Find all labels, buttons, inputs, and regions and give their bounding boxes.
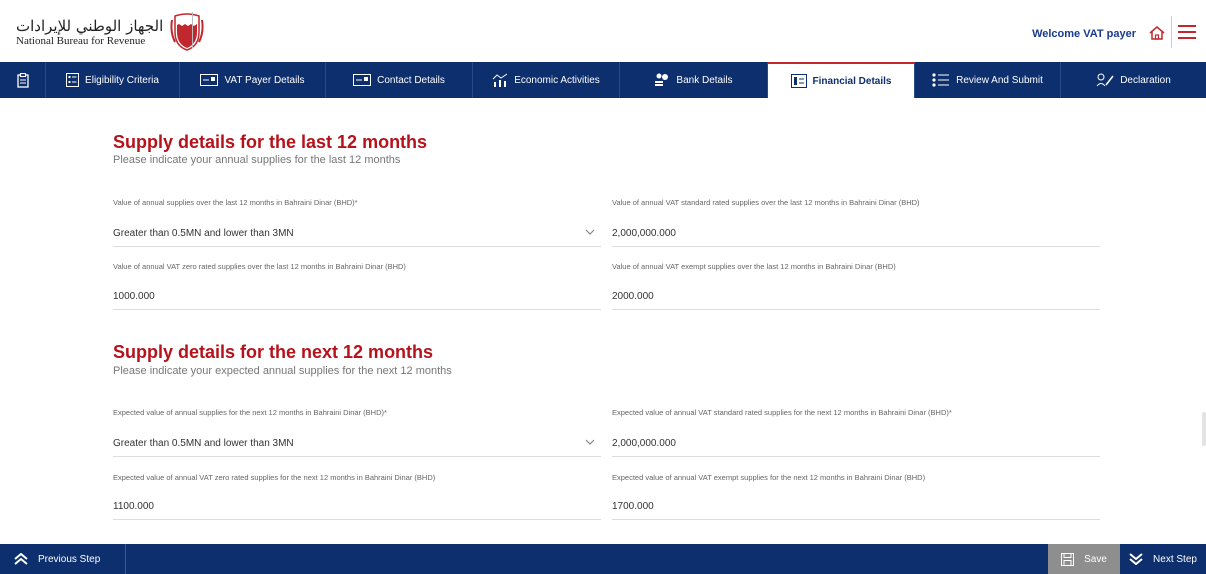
expected-zero-rated-supplies-label: Expected value of annual VAT zero rated … (113, 473, 436, 482)
previous-step-label: Previous Step (38, 553, 101, 565)
tab-eligibility-criteria[interactable]: Eligibility Criteria (46, 62, 180, 98)
expected-standard-rated-supplies-value: 2,000,000.000 (612, 438, 676, 449)
header-divider (192, 12, 193, 48)
nbr-logo[interactable]: الجهاز الوطني للإيرادات National Bureau … (16, 10, 206, 54)
section-subtitle-last-12-months: Please indicate your annual supplies for… (113, 154, 401, 166)
hamburger-menu-icon[interactable] (1178, 24, 1196, 40)
list-icon (932, 73, 950, 87)
save-button[interactable]: Save (1048, 544, 1120, 574)
header-divider-right (1171, 16, 1172, 48)
tab-label: Eligibility Criteria (85, 74, 159, 86)
logo-text: الجهاز الوطني للإيرادات National Bureau … (16, 17, 163, 48)
tab-label: Financial Details (812, 75, 892, 87)
tab-label: Declaration (1120, 74, 1171, 86)
welcome-text: Welcome VAT payer (1032, 28, 1136, 40)
tab-clipboard[interactable] (0, 62, 46, 98)
annual-supplies-value: Greater than 0.5MN and lower than 3MN (113, 228, 294, 239)
bahrain-emblem-icon (170, 13, 204, 51)
logo-arabic: الجهاز الوطني للإيرادات (16, 16, 164, 35)
financial-icon (790, 74, 807, 88)
home-icon[interactable] (1148, 24, 1166, 42)
standard-rated-supplies-label: Value of annual VAT standard rated suppl… (612, 198, 920, 207)
expected-zero-rated-supplies-input[interactable]: 1100.000 (113, 498, 601, 520)
standard-rated-supplies-input[interactable]: 2,000,000.000 (612, 225, 1100, 247)
header: الجهاز الوطني للإيرادات National Bureau … (0, 0, 1206, 62)
signature-icon (1096, 73, 1114, 87)
chevron-down-icon (585, 229, 595, 235)
tab-contact-details[interactable]: Contact Details (326, 62, 473, 98)
tab-label: Review And Submit (956, 74, 1043, 86)
bank-icon (655, 73, 669, 86)
standard-rated-supplies-value: 2,000,000.000 (612, 228, 676, 239)
tab-economic-activities[interactable]: Economic Activities (473, 62, 620, 98)
section-title-next-12-months: Supply details for the next 12 months (113, 342, 434, 362)
expected-standard-rated-supplies-input[interactable]: 2,000,000.000 (612, 435, 1100, 457)
section-title-last-12-months: Supply details for the last 12 months (113, 132, 428, 152)
clipboard-icon (16, 72, 29, 88)
expected-annual-supplies-select[interactable]: Greater than 0.5MN and lower than 3MN (113, 435, 601, 457)
expected-exempt-supplies-value: 1700.000 (612, 501, 654, 512)
exempt-supplies-input[interactable]: 2000.000 (612, 288, 1100, 310)
step-tabs: Eligibility Criteria VAT Payer Details C… (0, 62, 1206, 98)
exempt-supplies-label: Value of annual VAT exempt supplies over… (612, 262, 896, 271)
exempt-supplies-value: 2000.000 (612, 291, 654, 302)
chevron-down-icon (585, 439, 595, 445)
checklist-icon (66, 73, 80, 87)
next-step-label: Next Step (1153, 553, 1197, 565)
tab-label: Bank Details (676, 74, 733, 86)
tab-declaration[interactable]: Declaration (1061, 62, 1206, 98)
contact-card-icon (353, 74, 372, 86)
tab-review-and-submit[interactable]: Review And Submit (915, 62, 1061, 98)
expected-exempt-supplies-input[interactable]: 1700.000 (612, 498, 1100, 520)
double-chevron-down-icon (1129, 553, 1143, 565)
previous-step-button[interactable]: Previous Step (0, 544, 126, 574)
zero-rated-supplies-value: 1000.000 (113, 291, 155, 302)
zero-rated-supplies-label: Value of annual VAT zero rated supplies … (113, 262, 406, 271)
save-label: Save (1084, 553, 1107, 565)
double-chevron-up-icon (14, 553, 28, 565)
tab-financial-details[interactable]: Financial Details (768, 62, 915, 98)
zero-rated-supplies-input[interactable]: 1000.000 (113, 288, 601, 310)
annual-supplies-label: Value of annual supplies over the last 1… (113, 198, 358, 207)
expected-annual-supplies-value: Greater than 0.5MN and lower than 3MN (113, 438, 294, 449)
annual-supplies-select[interactable]: Greater than 0.5MN and lower than 3MN (113, 225, 601, 247)
section-subtitle-next-12-months: Please indicate your expected annual sup… (113, 365, 452, 377)
tab-label: VAT Payer Details (224, 74, 305, 86)
activities-icon (492, 73, 508, 87)
expected-annual-supplies-label: Expected value of annual supplies for th… (113, 408, 387, 417)
tab-label: Economic Activities (514, 74, 600, 86)
tab-vat-payer-details[interactable]: VAT Payer Details (180, 62, 326, 98)
tab-bank-details[interactable]: Bank Details (620, 62, 768, 98)
expected-standard-rated-supplies-label: Expected value of annual VAT standard ra… (612, 408, 952, 417)
logo-english: National Bureau for Revenue (16, 34, 146, 47)
scrollbar-handle[interactable] (1202, 412, 1206, 446)
expected-zero-rated-supplies-value: 1100.000 (113, 501, 154, 512)
floppy-disk-icon (1061, 552, 1075, 566)
expected-exempt-supplies-label: Expected value of annual VAT exempt supp… (612, 473, 926, 482)
footer-bar: Previous Step Save Next Step (0, 544, 1206, 574)
id-card-icon (200, 74, 219, 86)
next-step-button[interactable]: Next Step (1120, 544, 1206, 574)
tab-label: Contact Details (377, 74, 445, 86)
